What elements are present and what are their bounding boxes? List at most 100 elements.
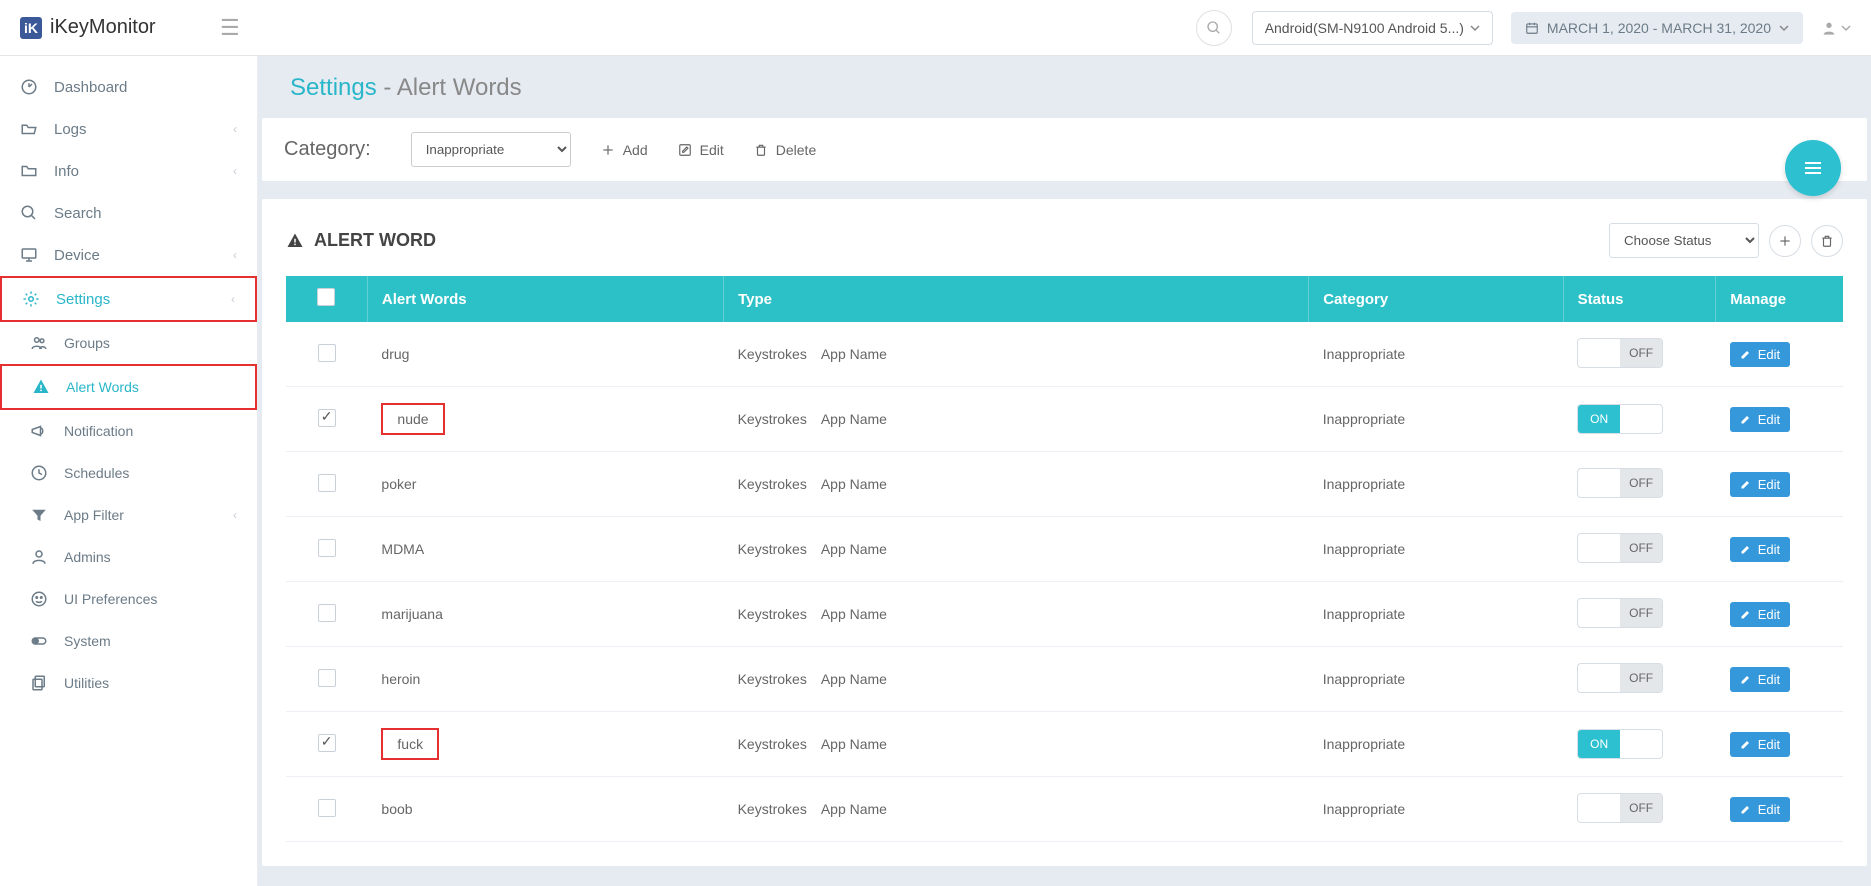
caret-down-icon	[1470, 23, 1480, 33]
toggle-off-label: OFF	[1620, 469, 1662, 497]
panel-title: ALERT WORD	[286, 230, 436, 251]
sidebar-sub-groups[interactable]: Groups	[0, 322, 257, 364]
row-checkbox[interactable]	[318, 799, 336, 817]
col-header-words[interactable]: Alert Words	[367, 276, 723, 322]
sidebar-item-label: Schedules	[64, 465, 129, 481]
add-button-label: Add	[623, 142, 648, 158]
pencil-icon	[1740, 608, 1752, 620]
row-checkbox[interactable]	[318, 734, 336, 752]
edit-row-label: Edit	[1758, 477, 1780, 492]
edit-row-button[interactable]: Edit	[1730, 797, 1790, 822]
delete-word-button[interactable]	[1811, 225, 1843, 257]
col-header-status[interactable]: Status	[1563, 276, 1716, 322]
status-toggle[interactable]: ON	[1577, 729, 1663, 759]
chevron-down-icon	[1779, 23, 1789, 33]
alert-words-table: Alert Words Type Category Status Manage …	[286, 276, 1843, 842]
select-all-checkbox[interactable]	[317, 288, 335, 306]
status-toggle[interactable]: OFF	[1577, 468, 1663, 498]
row-category: Inappropriate	[1323, 541, 1406, 557]
status-toggle[interactable]: ON	[1577, 404, 1663, 434]
chevron-left-icon: ‹	[233, 164, 237, 178]
trash-icon	[1820, 234, 1834, 248]
row-checkbox[interactable]	[318, 669, 336, 687]
toggle-on-label	[1578, 534, 1620, 562]
sidebar-sub-ui-preferences[interactable]: UI Preferences	[0, 578, 257, 620]
status-toggle[interactable]: OFF	[1577, 598, 1663, 628]
edit-row-button[interactable]: Edit	[1730, 407, 1790, 432]
row-checkbox[interactable]	[318, 474, 336, 492]
toggle-off-label: OFF	[1620, 339, 1662, 367]
sidebar-item-dashboard[interactable]: Dashboard	[0, 66, 257, 108]
sidebar-item-label: Info	[54, 163, 79, 180]
sidebar-sub-app-filter[interactable]: App Filter‹	[0, 494, 257, 536]
sidebar-sub-utilities[interactable]: Utilities	[0, 662, 257, 704]
edit-row-button[interactable]: Edit	[1730, 667, 1790, 692]
sidebar-sub-notification[interactable]: Notification	[0, 410, 257, 452]
sidebar-sub-system[interactable]: System	[0, 620, 257, 662]
sidebar-item-search[interactable]: Search	[0, 192, 257, 234]
sidebar-sub-admins[interactable]: Admins	[0, 536, 257, 578]
gear-icon	[22, 290, 46, 308]
add-button[interactable]: Add	[601, 142, 648, 158]
edit-category-button[interactable]: Edit	[678, 142, 724, 158]
alert-word-highlighted: fuck	[381, 728, 439, 760]
chevron-left-icon: ‹	[233, 122, 237, 136]
main-content: Settings - Alert Words Category: Inappro…	[258, 56, 1871, 886]
edit-row-label: Edit	[1758, 737, 1780, 752]
device-selector[interactable]: Android(SM-N9100 Android 5...)	[1252, 11, 1493, 45]
status-filter-select[interactable]: Choose Status	[1609, 223, 1759, 258]
sidebar-item-device[interactable]: Device‹	[0, 234, 257, 276]
type-keystrokes: Keystrokes	[738, 541, 807, 557]
chevron-left-icon: ‹	[231, 292, 235, 306]
sidebar-toggle-icon[interactable]: ☰	[220, 15, 240, 41]
date-range-picker[interactable]: MARCH 1, 2020 - MARCH 31, 2020	[1511, 12, 1803, 44]
pencil-icon	[1740, 803, 1752, 815]
sidebar-item-info[interactable]: Info ‹	[0, 150, 257, 192]
alert-word-panel: ALERT WORD Choose Status	[262, 199, 1867, 866]
toggle-on-label: ON	[1578, 405, 1620, 433]
floating-menu-button[interactable]	[1785, 140, 1841, 196]
brand: iK iKeyMonitor	[20, 16, 220, 39]
status-toggle[interactable]: OFF	[1577, 663, 1663, 693]
edit-row-button[interactable]: Edit	[1730, 342, 1790, 367]
col-header-manage[interactable]: Manage	[1716, 276, 1843, 322]
row-checkbox[interactable]	[318, 344, 336, 362]
breadcrumb-current: Alert Words	[397, 74, 522, 101]
search-icon	[1206, 20, 1222, 36]
status-toggle[interactable]: OFF	[1577, 338, 1663, 368]
edit-row-button[interactable]: Edit	[1730, 602, 1790, 627]
edit-row-label: Edit	[1758, 802, 1780, 817]
breadcrumb-separator: -	[383, 74, 396, 101]
breadcrumb-settings[interactable]: Settings	[290, 74, 377, 101]
sidebar-sub-schedules[interactable]: Schedules	[0, 452, 257, 494]
row-checkbox[interactable]	[318, 409, 336, 427]
sidebar-item-logs[interactable]: Logs‹	[0, 108, 257, 150]
row-checkbox[interactable]	[318, 539, 336, 557]
row-category: Inappropriate	[1323, 671, 1406, 687]
category-label: Category:	[284, 138, 371, 161]
category-select[interactable]: Inappropriate	[411, 132, 571, 167]
toggle-off-label	[1620, 405, 1662, 433]
status-toggle[interactable]: OFF	[1577, 793, 1663, 823]
edit-row-button[interactable]: Edit	[1730, 732, 1790, 757]
col-header-type[interactable]: Type	[724, 276, 1309, 322]
edit-row-button[interactable]: Edit	[1730, 472, 1790, 497]
col-header-category[interactable]: Category	[1309, 276, 1563, 322]
trash-icon	[754, 143, 768, 157]
user-menu[interactable]	[1821, 20, 1851, 36]
sidebar-sub-alert-words[interactable]: Alert Words	[0, 364, 257, 410]
type-keystrokes: Keystrokes	[738, 606, 807, 622]
row-checkbox[interactable]	[318, 604, 336, 622]
search-button[interactable]	[1196, 10, 1232, 46]
add-word-button[interactable]	[1769, 225, 1801, 257]
row-category: Inappropriate	[1323, 346, 1406, 362]
status-toggle[interactable]: OFF	[1577, 533, 1663, 563]
plus-icon	[601, 143, 615, 157]
row-category: Inappropriate	[1323, 606, 1406, 622]
sidebar-item-settings[interactable]: Settings‹	[0, 276, 257, 322]
delete-category-button[interactable]: Delete	[754, 142, 816, 158]
user-icon	[1821, 20, 1837, 36]
caret-down-icon	[1841, 23, 1851, 33]
sidebar-item-label: App Filter	[64, 507, 124, 523]
edit-row-button[interactable]: Edit	[1730, 537, 1790, 562]
